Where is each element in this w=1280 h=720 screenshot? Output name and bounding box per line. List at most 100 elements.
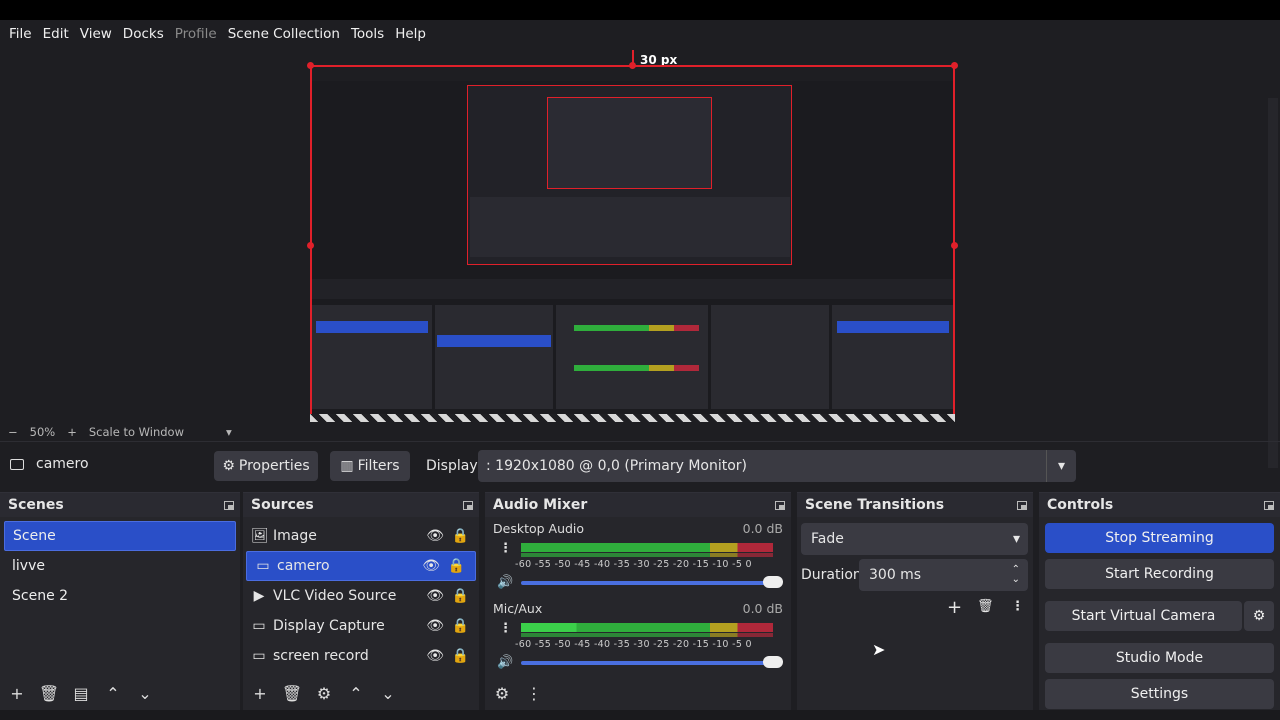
slider-knob[interactable]	[763, 576, 783, 588]
undock-icon[interactable]	[1264, 500, 1274, 510]
transition-select[interactable]: Fade ▾	[801, 523, 1028, 555]
lock-icon[interactable]: 🔒	[452, 648, 469, 664]
resize-handle-top-right[interactable]	[951, 62, 958, 69]
chevron-down-icon[interactable]: ▾	[1046, 450, 1076, 482]
source-row[interactable]: 🖼 Image 👁 🔒	[243, 521, 479, 551]
filters-label: Filters	[357, 458, 400, 474]
source-row[interactable]: ▭ Display Capture 👁 🔒	[243, 611, 479, 641]
source-row[interactable]: ▭ screen record 👁 🔒	[243, 641, 479, 671]
kebab-menu-icon[interactable]: ⋮	[1011, 599, 1024, 614]
gear-icon: ⚙	[1252, 608, 1266, 624]
menu-file[interactable]: File	[4, 26, 37, 42]
properties-button[interactable]: ⚙ Properties	[214, 451, 318, 481]
menu-help[interactable]: Help	[390, 26, 431, 42]
source-row[interactable]: ▭ camero 👁 🔒	[246, 551, 476, 581]
mirror-nested-docks	[470, 197, 790, 257]
chevron-down-icon[interactable]: ▾	[226, 425, 232, 439]
scenes-footer: + 🗑 ▤ ⌃ ⌄	[0, 676, 240, 710]
trash-icon[interactable]: 🗑	[977, 599, 994, 614]
resize-handle-top[interactable]	[629, 62, 636, 69]
scale-mode-select[interactable]: Scale to Window	[89, 425, 184, 439]
scenes-dock: Scenes Scene livve Scene 2 + 🗑 ▤ ⌃ ⌄	[0, 492, 240, 710]
volume-slider[interactable]	[521, 656, 783, 668]
studio-mode-button[interactable]: Studio Mode	[1045, 643, 1274, 673]
undock-icon[interactable]	[1017, 500, 1027, 510]
transition-value: Fade	[811, 531, 844, 547]
lock-icon[interactable]: 🔒	[452, 618, 469, 634]
stop-streaming-button[interactable]: Stop Streaming	[1045, 523, 1274, 553]
eye-icon[interactable]: 👁	[426, 618, 444, 634]
add-icon[interactable]: +	[8, 684, 26, 703]
menu-docks[interactable]: Docks	[118, 26, 169, 42]
lock-icon[interactable]: 🔒	[448, 558, 465, 574]
eye-icon[interactable]: 👁	[426, 648, 444, 664]
channel-name: Mic/Aux	[493, 601, 543, 616]
menu-tools[interactable]: Tools	[346, 26, 389, 42]
filters-button[interactable]: ▥ Filters	[330, 451, 410, 481]
channel-db: 0.0 dB	[742, 521, 783, 536]
mirror-transitions-dock	[711, 305, 829, 409]
eye-icon[interactable]: 👁	[426, 528, 444, 544]
preview-area[interactable]: 30 px	[0, 48, 1280, 468]
duration-input[interactable]: 300 ms ⌃ ⌄	[859, 559, 1028, 591]
lock-icon[interactable]: 🔒	[452, 588, 469, 604]
volume-slider[interactable]	[521, 576, 783, 588]
kebab-menu-icon[interactable]: ⋮	[499, 621, 512, 636]
mixer-title: Audio Mixer	[493, 497, 588, 513]
speaker-icon[interactable]: 🔊	[497, 655, 513, 670]
add-icon[interactable]: +	[947, 597, 962, 618]
preview-canvas[interactable]	[310, 65, 955, 422]
display-select[interactable]: : 1920x1080 @ 0,0 (Primary Monitor) ▾	[478, 450, 1076, 482]
gear-icon[interactable]: ⚙	[315, 684, 333, 703]
advanced-audio-icon[interactable]: ⚙	[493, 684, 511, 703]
add-icon[interactable]: +	[251, 684, 269, 703]
scene-item[interactable]: livve	[4, 551, 236, 581]
start-recording-button[interactable]: Start Recording	[1045, 559, 1274, 589]
filter-icon[interactable]: ▤	[72, 684, 90, 703]
settings-button[interactable]: Settings	[1045, 679, 1274, 709]
chevron-down-icon[interactable]: ⌄	[379, 684, 397, 703]
menu-profile[interactable]: Profile	[170, 26, 222, 42]
undock-icon[interactable]	[224, 500, 234, 510]
resize-handle-top-left[interactable]	[307, 62, 314, 69]
eye-icon[interactable]: 👁	[426, 588, 444, 604]
start-virtual-camera-button[interactable]: Start Virtual Camera	[1045, 601, 1242, 631]
chevron-down-icon[interactable]: ▾	[1013, 531, 1020, 547]
undock-icon[interactable]	[775, 500, 785, 510]
monitor-icon: ▭	[252, 648, 266, 664]
volume-meter-peak	[521, 633, 773, 637]
mirror-menubar	[312, 67, 953, 81]
zoom-out-button[interactable]: −	[8, 425, 18, 439]
scene-item[interactable]: Scene 2	[4, 581, 236, 611]
eye-icon[interactable]: 👁	[422, 558, 440, 574]
chevron-down-icon[interactable]: ⌄	[136, 684, 154, 703]
undock-icon[interactable]	[463, 500, 473, 510]
menu-scene-collection[interactable]: Scene Collection	[223, 26, 345, 42]
trash-icon[interactable]: 🗑	[39, 684, 59, 703]
monitor-icon: ▭	[256, 558, 270, 574]
resize-handle-left[interactable]	[307, 242, 314, 249]
chevron-up-icon[interactable]: ⌃	[347, 684, 365, 703]
speaker-icon[interactable]: 🔊	[497, 575, 513, 590]
source-name: VLC Video Source	[273, 588, 397, 604]
virtual-camera-settings-button[interactable]: ⚙	[1244, 601, 1274, 631]
menu-view[interactable]: View	[75, 26, 117, 42]
slider-knob[interactable]	[763, 656, 783, 668]
resize-handle-right[interactable]	[951, 242, 958, 249]
mirror-scene-selected	[316, 321, 428, 333]
image-icon: 🖼	[251, 528, 269, 544]
source-row[interactable]: ▶ VLC Video Source 👁 🔒	[243, 581, 479, 611]
chevron-up-icon[interactable]: ⌃	[104, 684, 122, 703]
volume-meter	[521, 543, 773, 552]
zoom-in-button[interactable]: +	[67, 425, 77, 439]
kebab-menu-icon[interactable]: ⋮	[499, 541, 512, 556]
kebab-menu-icon[interactable]: ⋮	[525, 684, 543, 703]
current-source: camero	[10, 456, 89, 472]
trash-icon[interactable]: 🗑	[282, 684, 302, 703]
lock-icon[interactable]: 🔒	[452, 528, 469, 544]
menu-edit[interactable]: Edit	[38, 26, 74, 42]
stepper-icon[interactable]: ⌃ ⌄	[1012, 565, 1020, 585]
mirror-stop-streaming	[837, 321, 949, 333]
scene-item[interactable]: Scene	[4, 521, 236, 551]
preview-scrollbar[interactable]	[1268, 98, 1278, 468]
